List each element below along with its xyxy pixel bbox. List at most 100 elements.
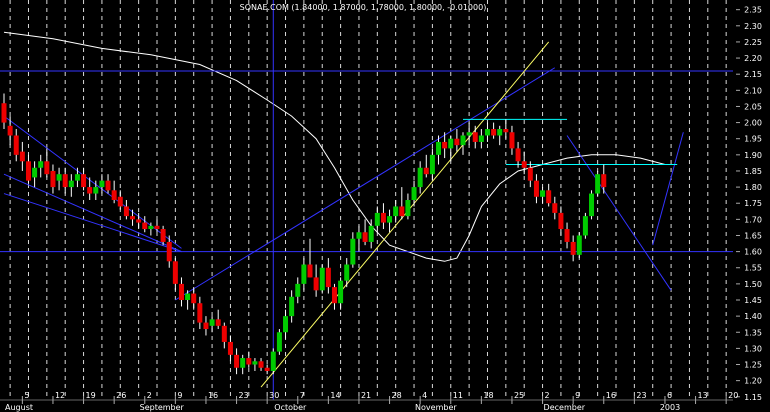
- candle-body: [246, 358, 252, 365]
- x-day-label: 14: [330, 391, 340, 400]
- candle-body: [19, 151, 25, 162]
- candle-body: [276, 332, 282, 352]
- candle-body: [411, 187, 417, 200]
- x-month-label: September: [140, 403, 185, 412]
- chart-canvas: 1.15 1.20 1.25 1.30 1.35 1.40 1.45 1.50 1.55 1.60…: [0, 0, 770, 412]
- y-tick-label: 1.60: [744, 248, 762, 257]
- candle-body: [142, 222, 148, 230]
- candle-body: [264, 367, 270, 371]
- candle: [319, 264, 325, 294]
- x-month-label: November: [415, 403, 457, 412]
- y-tick-label: 1.85: [744, 167, 762, 176]
- y-tick-label: 1.30: [744, 344, 762, 353]
- candle: [595, 170, 601, 197]
- y-tick-label: 1.80: [744, 183, 762, 192]
- y-tick-label: 1.65: [744, 231, 762, 240]
- y-tick-label: 1.75: [744, 199, 762, 208]
- candle: [582, 212, 588, 239]
- candle-body: [87, 187, 93, 194]
- candle-body: [484, 129, 490, 136]
- y-tick-label: 2.20: [744, 54, 762, 63]
- candle-body: [570, 241, 576, 255]
- y-tick-label: 2.30: [744, 22, 762, 31]
- candle-body: [380, 212, 386, 223]
- candle-body: [338, 280, 344, 304]
- candle-body: [313, 277, 319, 291]
- candle-body: [497, 129, 503, 136]
- candle-body: [552, 203, 558, 213]
- candle-body: [1, 103, 7, 123]
- candle-body: [295, 283, 301, 297]
- candle-body: [136, 219, 142, 223]
- candle-body: [325, 267, 331, 288]
- candle-body: [191, 293, 197, 304]
- y-tick-label: 2.00: [744, 119, 762, 128]
- y-tick-label: 2.25: [744, 38, 762, 47]
- candle-body: [148, 225, 154, 230]
- x-day-label: 4: [422, 391, 427, 400]
- candle-body: [240, 358, 246, 368]
- candle-body: [331, 287, 337, 304]
- candle-body: [105, 180, 111, 191]
- candle-body: [178, 283, 184, 300]
- y-tick-label: 1.20: [744, 377, 762, 386]
- x-day-label: 16: [208, 391, 218, 400]
- candle-body: [123, 206, 129, 217]
- candle-body: [429, 154, 435, 175]
- x-day-label: 9: [177, 391, 182, 400]
- candle-body: [521, 161, 527, 168]
- candle-body: [478, 135, 484, 142]
- candle-body: [533, 180, 539, 197]
- candle-body: [442, 141, 448, 149]
- candle-body: [283, 316, 289, 333]
- candle-body: [564, 229, 570, 242]
- candle-body: [215, 319, 221, 326]
- candle-body: [172, 261, 178, 284]
- x-day-label: 13: [698, 391, 708, 400]
- x-day-label: 7: [300, 391, 305, 400]
- candle-body: [503, 129, 509, 133]
- y-tick-label: 2.35: [744, 6, 762, 15]
- candle-body: [227, 341, 233, 355]
- candle: [576, 232, 582, 259]
- x-month-label: December: [544, 403, 586, 412]
- candle-body: [448, 138, 454, 149]
- candle-body: [374, 212, 380, 226]
- candle-body: [185, 293, 191, 300]
- candle-body: [460, 135, 466, 146]
- candle-body: [466, 132, 472, 136]
- x-day-label: 23: [636, 391, 646, 400]
- candle-body: [221, 325, 227, 342]
- y-tick-label: 1.70: [744, 215, 762, 224]
- y-tick-label: 1.35: [744, 328, 762, 337]
- candle-body: [582, 216, 588, 236]
- candle-body: [7, 125, 13, 136]
- x-day-label: 12: [55, 391, 65, 400]
- x-day-label: 5: [24, 391, 29, 400]
- candle-body: [68, 180, 74, 188]
- candle-body: [362, 232, 368, 242]
- candle-body: [252, 361, 258, 365]
- candle-body: [81, 174, 87, 188]
- y-tick-label: 2.15: [744, 70, 762, 79]
- candle-body: [197, 303, 203, 323]
- candle-body: [350, 238, 356, 265]
- candle-body: [50, 170, 56, 188]
- candle-body: [491, 129, 497, 136]
- candle-body: [515, 148, 521, 162]
- candle-body: [527, 167, 533, 181]
- candle-body: [558, 212, 564, 230]
- x-month-label: October: [274, 403, 307, 412]
- y-tick-label: 1.45: [744, 296, 762, 305]
- candle-body: [546, 190, 552, 204]
- candle-body: [319, 267, 325, 291]
- y-tick-label: 1.90: [744, 151, 762, 160]
- x-day-label: 20: [728, 391, 738, 400]
- candle-body: [454, 138, 460, 146]
- candle-body: [209, 319, 215, 326]
- candle-body: [93, 187, 99, 194]
- candle-body: [25, 161, 31, 181]
- x-day-label: 21: [361, 391, 371, 400]
- candle-body: [13, 135, 19, 155]
- candle-body: [509, 132, 515, 149]
